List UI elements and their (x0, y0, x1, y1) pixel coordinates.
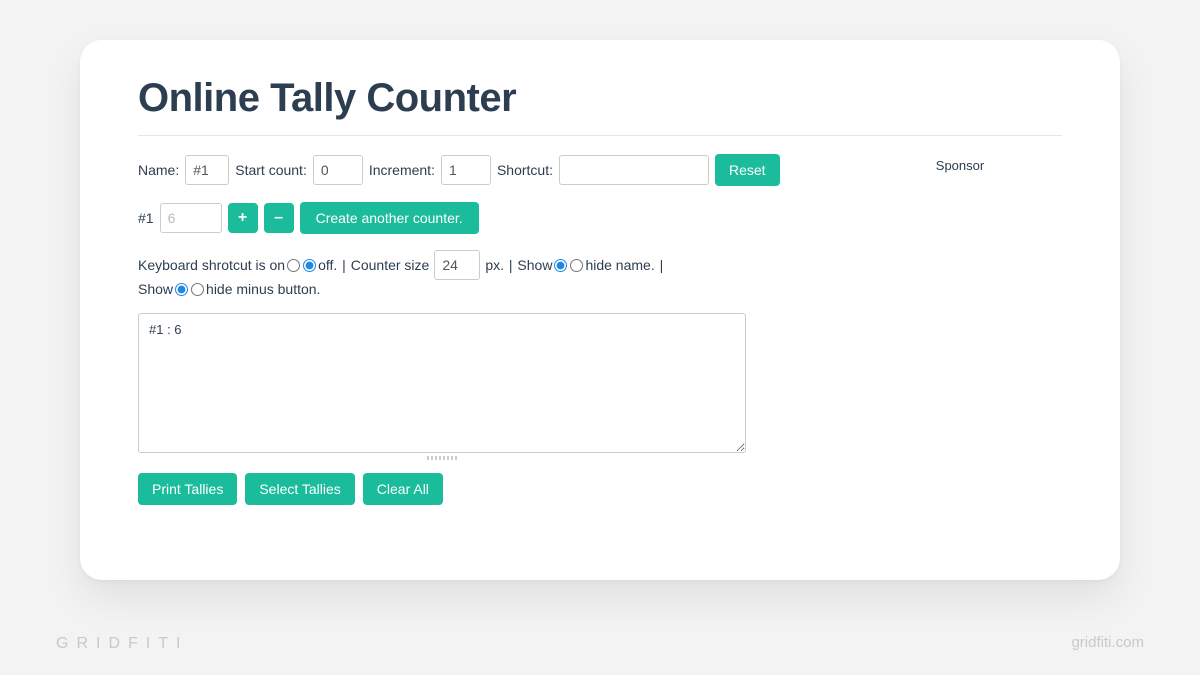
counter-size-prefix: Counter size (351, 257, 430, 273)
separator-2: | (505, 257, 516, 273)
name-label: Name: (138, 162, 179, 178)
shortcut-on-radio[interactable] (287, 259, 300, 272)
columns: Name: Start count: Increment: Shortcut: … (138, 154, 1062, 505)
config-row: Name: Start count: Increment: Shortcut: … (138, 154, 818, 186)
create-counter-button[interactable]: Create another counter. (300, 202, 479, 234)
footer-brand: GRIDFITI (56, 635, 188, 653)
app-card: Online Tally Counter Name: Start count: … (80, 40, 1120, 580)
sponsor-column: Sponsor (818, 154, 1062, 505)
counter-value[interactable] (160, 203, 222, 233)
footer-url: gridfiti.com (1071, 634, 1144, 651)
settings-row: Keyboard shrotcut is on off. | Counter s… (138, 250, 818, 297)
shortcut-off-radio[interactable] (303, 259, 316, 272)
counter-name: #1 (138, 210, 154, 226)
counter-size-suffix: px. (485, 257, 504, 273)
shortcut-label: Shortcut: (497, 162, 553, 178)
page-title: Online Tally Counter (138, 76, 1062, 121)
shortcut-toggle-prefix: Keyboard shrotcut is on (138, 257, 285, 273)
counter-row: #1 + – Create another counter. (138, 202, 818, 234)
shortcut-toggle-off: off. (318, 257, 337, 273)
name-input[interactable] (185, 155, 229, 185)
show-minus-radio[interactable] (175, 283, 188, 296)
sponsor-label: Sponsor (936, 158, 984, 173)
clear-all-button[interactable]: Clear All (363, 473, 443, 505)
hide-minus-radio[interactable] (191, 283, 204, 296)
start-count-label: Start count: (235, 162, 307, 178)
reset-button[interactable]: Reset (715, 154, 780, 186)
increment-button[interactable]: + (228, 203, 258, 233)
separator-1: | (338, 257, 349, 273)
select-tallies-button[interactable]: Select Tallies (245, 473, 354, 505)
start-count-input[interactable] (313, 155, 363, 185)
shortcut-input[interactable] (559, 155, 709, 185)
decrement-button[interactable]: – (264, 203, 294, 233)
hide-name-suffix: hide name. (585, 257, 654, 273)
show-minus-prefix: Show (138, 281, 173, 297)
tallies-output[interactable] (138, 313, 746, 453)
resize-grip-icon (138, 456, 746, 461)
counter-size-input[interactable] (434, 250, 480, 280)
increment-label: Increment: (369, 162, 435, 178)
increment-input[interactable] (441, 155, 491, 185)
separator-3: | (656, 257, 667, 273)
hide-minus-suffix: hide minus button. (206, 281, 320, 297)
show-name-radio[interactable] (554, 259, 567, 272)
main-column: Name: Start count: Increment: Shortcut: … (138, 154, 818, 505)
show-name-prefix: Show (517, 257, 552, 273)
hide-name-radio[interactable] (570, 259, 583, 272)
print-tallies-button[interactable]: Print Tallies (138, 473, 237, 505)
action-row: Print Tallies Select Tallies Clear All (138, 473, 818, 505)
divider (138, 135, 1062, 136)
